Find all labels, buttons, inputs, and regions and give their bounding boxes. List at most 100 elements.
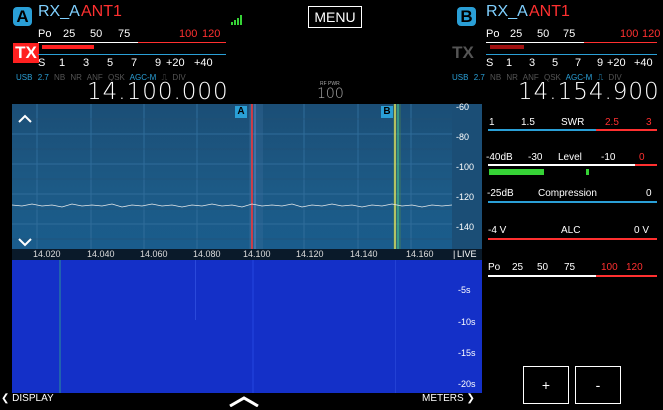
chevron-down-icon[interactable] (18, 232, 32, 249)
po-tick: Po (486, 28, 500, 40)
level-tick: -40dB (486, 152, 513, 163)
spectrum-marker-b[interactable]: B (381, 106, 393, 118)
menu-button[interactable]: MENU (308, 6, 362, 28)
waterfall-display[interactable] (12, 260, 452, 393)
s-tick: S (486, 57, 494, 69)
vfo-a-ant-label[interactable]: ANT1 (81, 3, 122, 21)
freq-tick: 14.020 (33, 249, 61, 259)
bottom-bar: ❮ DISPLAY METERS ❯ (0, 393, 482, 410)
po-meter-tick: 25 (512, 262, 524, 273)
s-tick: 1 (506, 57, 513, 69)
freq-tick: 14.040 (87, 249, 115, 259)
chevron-up-icon[interactable] (18, 108, 32, 127)
po-tick: 25 (510, 28, 523, 40)
po-meter-tick: 75 (564, 262, 576, 273)
vfo-a-tx-badge[interactable]: TX (13, 43, 39, 63)
vfo-a-rx-label[interactable]: RX_A (38, 3, 80, 21)
vfo-b-s-scale: S 1 3 5 7 9 +20 +40 (486, 57, 661, 71)
db-tick: -80 (456, 132, 470, 142)
s-tick: 5 (107, 57, 114, 69)
minus-button[interactable]: - (575, 366, 621, 404)
level-bar (489, 169, 544, 175)
live-label[interactable]: | LIVE (452, 249, 482, 260)
s-tick: +20 (166, 57, 185, 69)
vfo-b-po-bar (490, 45, 524, 49)
display-label: DISPLAY (12, 393, 54, 404)
time-tick: -15s (458, 348, 476, 358)
s-tick: 7 (575, 57, 582, 69)
vfo-a-frequency[interactable]: 14.100.000 (87, 79, 229, 105)
filter-passband-b (393, 104, 401, 249)
po-tick: 75 (118, 28, 131, 40)
vfo-b-tx-badge[interactable]: TX (450, 43, 476, 63)
po-tick: 25 (63, 28, 76, 40)
po-meter-scale-line-red (596, 275, 657, 277)
swr-scale-line (488, 129, 596, 131)
swr-scale-line-red (596, 129, 657, 131)
po-tick: 75 (563, 28, 576, 40)
po-meter-tick: 100 (601, 262, 618, 273)
mode-usb[interactable]: USB (16, 73, 32, 82)
waterfall-texture (59, 260, 396, 393)
spectrum-trace (12, 203, 452, 208)
vfo-a-po-scale: Po 25 50 75 100 120 (38, 28, 228, 42)
alc-tick: 0 V (634, 225, 650, 236)
plus-button[interactable]: + (523, 366, 569, 404)
freq-tick: 14.120 (296, 249, 324, 259)
freq-tick: 14.140 (350, 249, 378, 259)
s-tick: 7 (131, 57, 138, 69)
db-tick: -60 (456, 102, 470, 112)
alc-label: ALC (561, 225, 581, 236)
nb-toggle[interactable]: NB (54, 73, 65, 82)
spectrum-db-scale: -60 -80 -100 -120 -140 (452, 102, 482, 249)
level-tick: 0 (639, 152, 645, 163)
vfo-b-frequency[interactable]: 14.154.900 (518, 79, 660, 105)
time-tick: -20s (458, 379, 476, 389)
rf-power-value[interactable]: 100 (317, 86, 344, 102)
s-tick: 5 (552, 57, 559, 69)
freq-tick: 14.160 (406, 249, 434, 259)
vfo-a-po-bar (42, 45, 94, 49)
s-scale-line (486, 54, 657, 55)
nb-toggle[interactable]: NB (490, 73, 501, 82)
s-tick: 3 (529, 57, 536, 69)
vfo-b-ant-label[interactable]: ANT1 (529, 3, 570, 21)
swr-tick: 1.5 (521, 117, 535, 128)
po-meter-scale-line (488, 275, 596, 277)
meters-label: METERS (422, 393, 464, 404)
po-meter-tick: 120 (626, 262, 643, 273)
spectrum-marker-a[interactable]: A (235, 106, 247, 118)
time-tick: -5s (458, 285, 471, 295)
swr-tick: 3 (646, 117, 652, 128)
waterfall-time-scale: -5s -10s -15s -20s (452, 260, 482, 393)
s-scale-line (38, 54, 226, 55)
nr-toggle[interactable]: NR (70, 73, 82, 82)
vfo-b-badge[interactable]: B (457, 7, 476, 26)
s-tick: 9 (155, 57, 162, 69)
po-tick: 120 (642, 28, 661, 40)
meters-button[interactable]: METERS ❯ (422, 393, 475, 404)
level-scale-line-red (635, 164, 657, 166)
po-meter-tick: Po (488, 262, 501, 273)
bandwidth[interactable]: 2.7 (38, 73, 49, 82)
db-tick: -140 (456, 222, 475, 232)
swr-label: SWR (561, 117, 585, 128)
vfo-b-rx-label[interactable]: RX_A (486, 3, 528, 21)
po-tick: 120 (202, 28, 221, 40)
po-scale-line-red (584, 42, 657, 43)
display-button[interactable]: ❮ DISPLAY (1, 393, 54, 404)
chevron-up-handle-icon[interactable] (228, 396, 260, 410)
level-label: Level (558, 152, 582, 163)
level-tick: -10 (601, 152, 616, 163)
vfo-b-po-scale: Po 25 50 75 100 120 (486, 28, 663, 42)
mode-usb[interactable]: USB (452, 73, 468, 82)
vfo-a-badge[interactable]: A (13, 7, 32, 26)
po-tick: Po (38, 28, 52, 40)
freq-tick: 14.100 (243, 249, 271, 259)
spectrum-display[interactable]: A B (12, 104, 452, 249)
bandwidth[interactable]: 2.7 (474, 73, 485, 82)
s-tick: S (38, 57, 46, 69)
s-tick: 9 (597, 57, 604, 69)
s-tick: 1 (59, 57, 66, 69)
nr-toggle[interactable]: NR (506, 73, 518, 82)
